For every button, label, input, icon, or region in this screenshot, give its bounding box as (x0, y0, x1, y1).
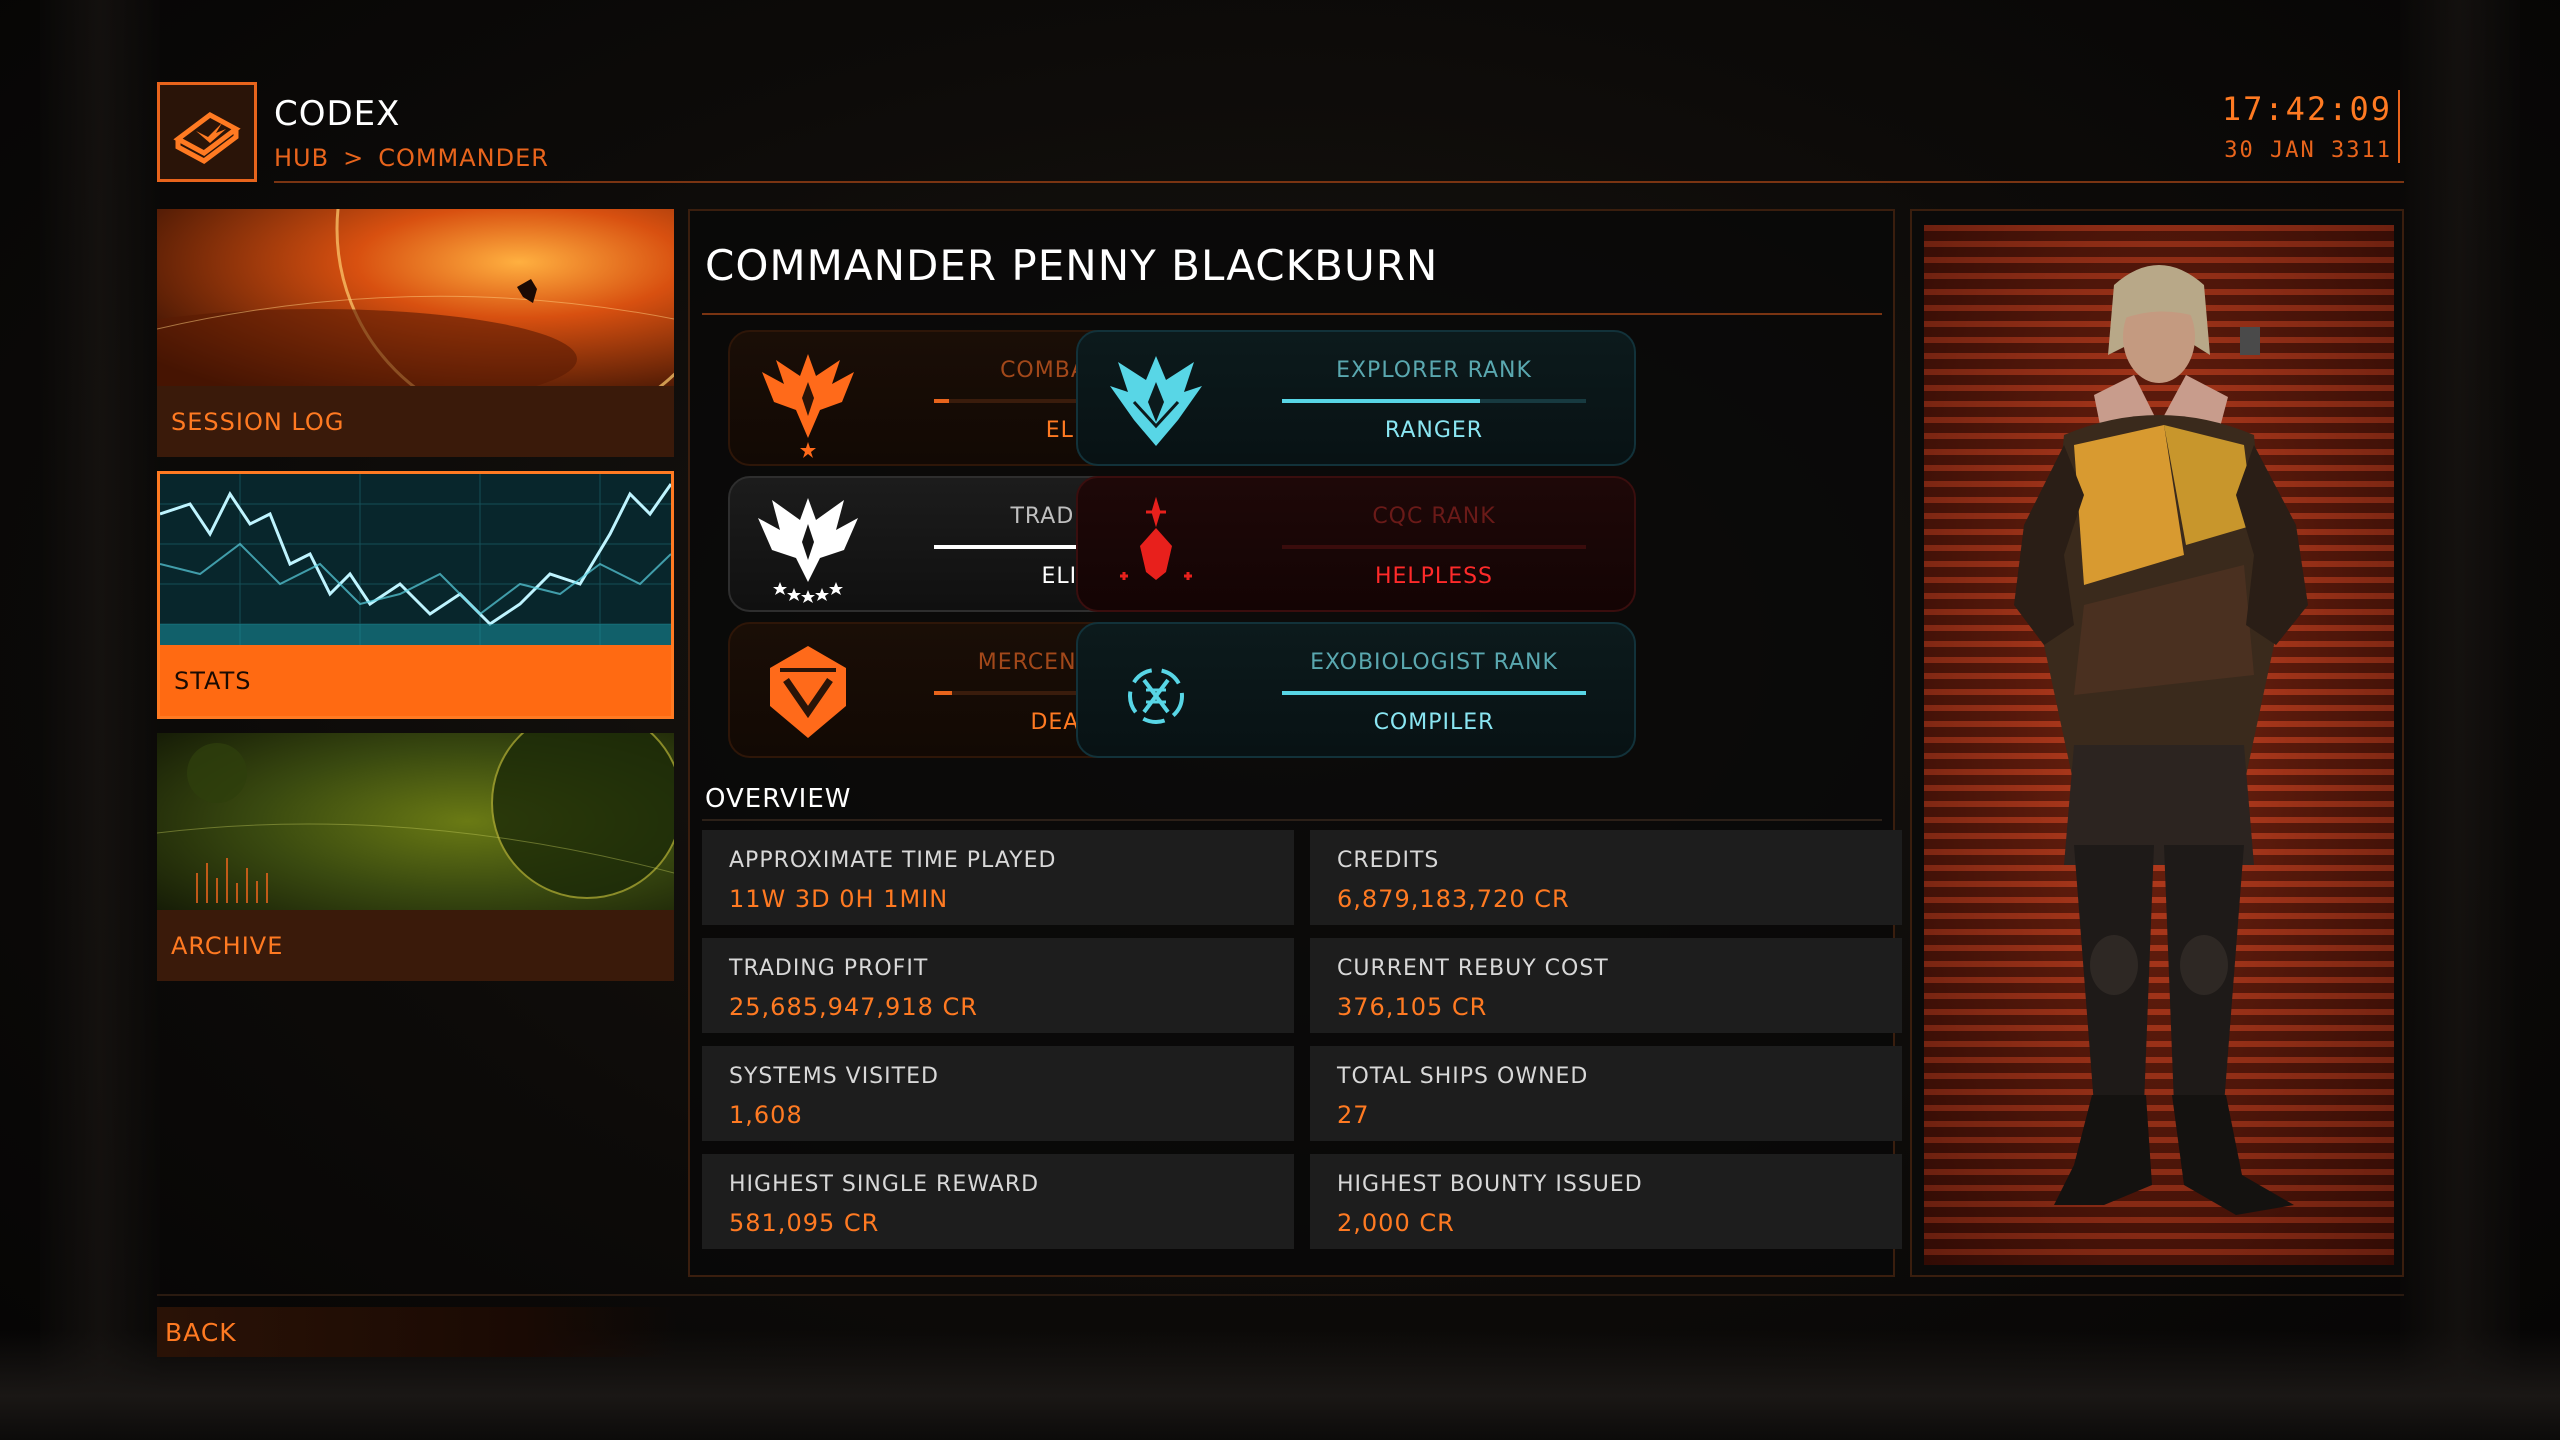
stat-value: 376,105 CR (1337, 993, 1488, 1021)
cqc-rank-card[interactable]: CQC RANK HELPLESS (1076, 476, 1636, 612)
stats-thumbnail (160, 474, 671, 651)
rank-value: COMPILER (1373, 710, 1495, 735)
stat-value: 1,608 (729, 1101, 803, 1129)
stat-value: 2,000 CR (1337, 1209, 1455, 1237)
combat-elite-emblem-icon (762, 354, 854, 458)
stat-highest-reward: HIGHEST SINGLE REWARD 581,095 CR (702, 1154, 1294, 1249)
nav-session-log[interactable]: SESSION LOG (157, 209, 674, 457)
stat-value: 11W 3D 0H 1MIN (729, 885, 949, 913)
footer-divider (157, 1294, 2404, 1296)
stat-value: 581,095 CR (729, 1209, 880, 1237)
codex-book-icon (157, 82, 257, 182)
nav-archive[interactable]: ARCHIVE (157, 733, 674, 981)
commander-avatar (2014, 265, 2308, 1215)
overview-divider (702, 819, 1882, 821)
breadcrumb-separator: > (343, 144, 365, 172)
rank-value: HELPLESS (1374, 564, 1494, 589)
overview-heading: OVERVIEW (705, 784, 852, 814)
commander-portrait-panel (1910, 209, 2404, 1277)
archive-thumbnail (157, 733, 674, 910)
stat-rebuy-cost: CURRENT REBUY COST 376,105 CR (1310, 938, 1902, 1033)
commander-name: COMMANDER PENNY BLACKBURN (705, 241, 1439, 290)
trade-elite-emblem-icon (758, 498, 858, 603)
rank-title: EXPLORER RANK (1336, 358, 1532, 383)
stat-label: APPROXIMATE TIME PLAYED (729, 848, 1057, 873)
rank-progress-bar (1282, 399, 1586, 403)
session-log-thumbnail (157, 209, 674, 386)
stat-highest-bounty: HIGHEST BOUNTY ISSUED 2,000 CR (1310, 1154, 1902, 1249)
stat-value: 27 (1337, 1101, 1370, 1129)
header-divider (274, 181, 2404, 183)
stat-trading-profit: TRADING PROFIT 25,685,947,918 CR (702, 938, 1294, 1033)
stat-value: 25,685,947,918 CR (729, 993, 978, 1021)
clock-date: 30 JAN 3311 (2224, 138, 2392, 163)
rank-title: EXOBIOLOGIST RANK (1310, 650, 1558, 675)
stat-credits: CREDITS 6,879,183,720 CR (1310, 830, 1902, 925)
nav-label: SESSION LOG (157, 386, 674, 457)
breadcrumb: HUB > COMMANDER (274, 144, 549, 172)
stat-label: HIGHEST BOUNTY ISSUED (1337, 1172, 1643, 1197)
stat-systems-visited: SYSTEMS VISITED 1,608 (702, 1046, 1294, 1141)
stat-ships-owned: TOTAL SHIPS OWNED 27 (1310, 1046, 1902, 1141)
commander-stats-panel: COMMANDER PENNY BLACKBURN COMBAT RANK EL… (688, 209, 1902, 1277)
stat-label: TRADING PROFIT (729, 956, 929, 981)
nav-label: STATS (160, 645, 671, 716)
clock-time: 17:42:09 (2221, 90, 2392, 128)
breadcrumb-commander[interactable]: COMMANDER (378, 144, 549, 172)
breadcrumb-hub[interactable]: HUB (274, 144, 329, 172)
rank-value: RANGER (1384, 418, 1484, 443)
nav-stats[interactable]: STATS (157, 471, 674, 719)
stat-label: TOTAL SHIPS OWNED (1337, 1064, 1589, 1089)
cqc-emblem-icon (1120, 496, 1192, 580)
clock: 17:42:09 30 JAN 3311 (2222, 90, 2400, 163)
explorer-emblem-icon (1110, 356, 1202, 446)
nav-label: ARCHIVE (157, 910, 674, 981)
stat-label: SYSTEMS VISITED (729, 1064, 939, 1089)
mercenary-emblem-icon (770, 646, 846, 738)
exobiologist-rank-card[interactable]: EXOBIOLOGIST RANK COMPILER (1076, 622, 1636, 758)
exobiologist-emblem-icon (1128, 668, 1184, 724)
stat-label: CURRENT REBUY COST (1337, 956, 1609, 981)
stat-time-played: APPROXIMATE TIME PLAYED 11W 3D 0H 1MIN (702, 830, 1294, 925)
stat-label: CREDITS (1337, 848, 1440, 873)
explorer-rank-card[interactable]: EXPLORER RANK RANGER (1076, 330, 1636, 466)
rank-title: CQC RANK (1372, 504, 1496, 529)
name-divider (702, 313, 1882, 315)
stat-label: HIGHEST SINGLE REWARD (729, 1172, 1040, 1197)
back-button[interactable]: BACK (157, 1307, 677, 1357)
app-title: CODEX (274, 94, 401, 134)
rank-progress-bar (1282, 691, 1586, 695)
rank-progress-bar (1282, 545, 1586, 549)
stat-value: 6,879,183,720 CR (1337, 885, 1570, 913)
